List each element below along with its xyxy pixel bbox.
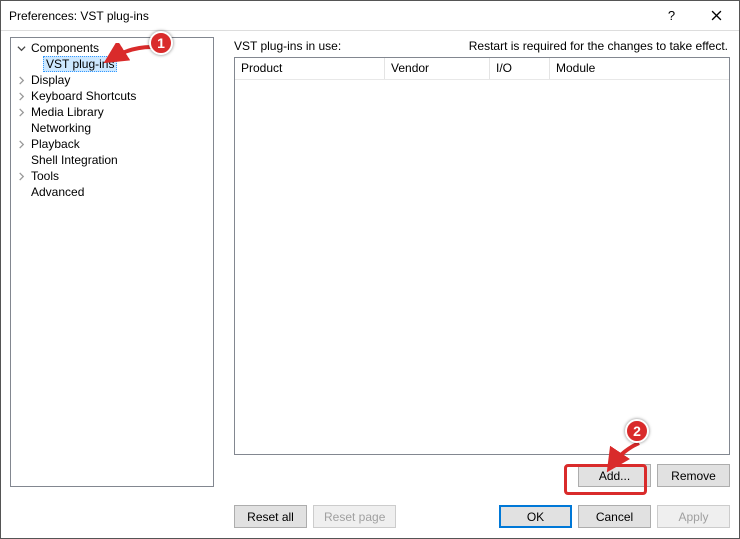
tree-label-selected: VST plug-ins: [43, 56, 117, 72]
add-button[interactable]: Add...: [578, 464, 651, 487]
tree-node-display[interactable]: Display: [11, 72, 213, 88]
tree-label: Advanced: [29, 185, 86, 199]
expander-right-icon[interactable]: [15, 106, 27, 118]
apply-button: Apply: [657, 505, 730, 528]
tree-node-shell[interactable]: · Shell Integration: [11, 152, 213, 168]
tree-node-media[interactable]: Media Library: [11, 104, 213, 120]
tree-node-components[interactable]: Components: [11, 40, 213, 56]
cancel-button[interactable]: Cancel: [578, 505, 651, 528]
tree-label: Keyboard Shortcuts: [29, 89, 138, 103]
close-button[interactable]: [694, 1, 739, 31]
expander-right-icon[interactable]: [15, 138, 27, 150]
tree-label: Playback: [29, 137, 82, 151]
tree-label: Components: [29, 41, 101, 55]
reset-page-button: Reset page: [313, 505, 396, 528]
expander-right-icon[interactable]: [15, 170, 27, 182]
col-product[interactable]: Product: [235, 58, 385, 79]
col-module[interactable]: Module: [550, 58, 729, 79]
tree-node-playback[interactable]: Playback: [11, 136, 213, 152]
close-icon: [711, 10, 722, 21]
tree-node-advanced[interactable]: · Advanced: [11, 184, 213, 200]
plugin-listview[interactable]: Product Vendor I/O Module: [234, 57, 730, 455]
help-button[interactable]: ?: [649, 1, 694, 31]
window-title: Preferences: VST plug-ins: [9, 9, 649, 23]
content-area: Components VST plug-ins Display Keyboard…: [10, 37, 730, 528]
tree-label: Media Library: [29, 105, 106, 119]
tree-label: Display: [29, 73, 72, 87]
titlebar: Preferences: VST plug-ins ?: [1, 1, 739, 31]
listview-header: Product Vendor I/O Module: [235, 58, 729, 80]
restart-message: Restart is required for the changes to t…: [469, 39, 728, 53]
tree-node-vst[interactable]: VST plug-ins: [11, 56, 213, 72]
tree-node-networking[interactable]: · Networking: [11, 120, 213, 136]
tree-label: Tools: [29, 169, 61, 183]
remove-button[interactable]: Remove: [657, 464, 730, 487]
tree-node-keyboard[interactable]: Keyboard Shortcuts: [11, 88, 213, 104]
ok-button[interactable]: OK: [499, 505, 572, 528]
expander-right-icon[interactable]: [15, 90, 27, 102]
col-io[interactable]: I/O: [490, 58, 550, 79]
list-caption: VST plug-ins in use:: [234, 39, 341, 53]
reset-all-button[interactable]: Reset all: [234, 505, 307, 528]
tree-label: Shell Integration: [29, 153, 120, 167]
bottom-button-row: Reset all Reset page OK Cancel Apply: [228, 502, 730, 528]
tree-label: Networking: [29, 121, 93, 135]
col-vendor[interactable]: Vendor: [385, 58, 490, 79]
expander-down-icon[interactable]: [15, 42, 27, 54]
vst-panel: VST plug-ins in use: Restart is required…: [228, 37, 730, 487]
expander-right-icon[interactable]: [15, 74, 27, 86]
preferences-tree[interactable]: Components VST plug-ins Display Keyboard…: [10, 37, 214, 487]
tree-node-tools[interactable]: Tools: [11, 168, 213, 184]
